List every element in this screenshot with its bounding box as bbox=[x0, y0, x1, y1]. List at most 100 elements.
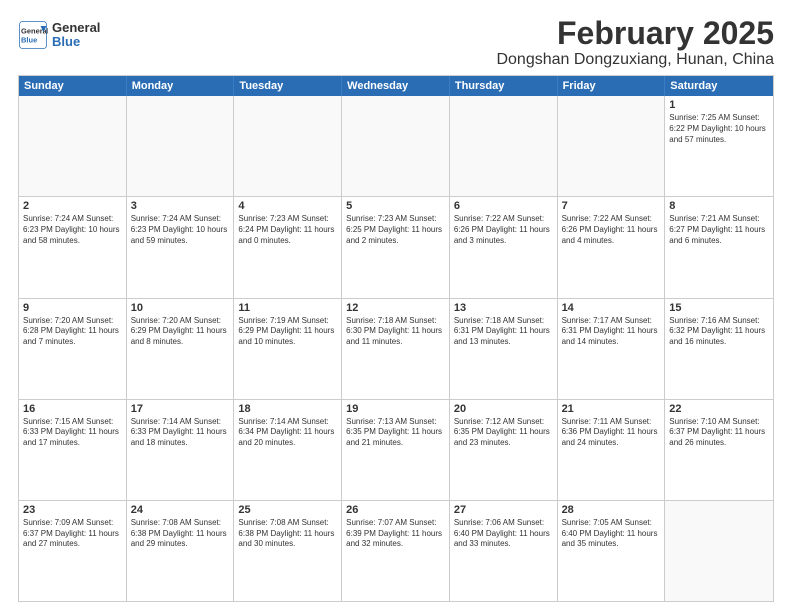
day-number: 2 bbox=[23, 200, 122, 212]
day-info: Sunrise: 7:23 AM Sunset: 6:25 PM Dayligh… bbox=[346, 214, 445, 246]
calendar-cell: 14 Sunrise: 7:17 AM Sunset: 6:31 PM Dayli… bbox=[558, 299, 666, 399]
day-number: 8 bbox=[669, 200, 769, 212]
day-info: Sunrise: 7:13 AM Sunset: 6:35 PM Dayligh… bbox=[346, 417, 445, 449]
day-info: Sunrise: 7:24 AM Sunset: 6:23 PM Dayligh… bbox=[131, 214, 230, 246]
day-info: Sunrise: 7:21 AM Sunset: 6:27 PM Dayligh… bbox=[669, 214, 769, 246]
day-info: Sunrise: 7:14 AM Sunset: 6:33 PM Dayligh… bbox=[131, 417, 230, 449]
day-info: Sunrise: 7:22 AM Sunset: 6:26 PM Dayligh… bbox=[454, 214, 553, 246]
day-number: 26 bbox=[346, 504, 445, 516]
calendar-row-2: 2 Sunrise: 7:24 AM Sunset: 6:23 PM Daylig… bbox=[19, 197, 773, 298]
calendar-cell bbox=[558, 96, 666, 196]
day-number: 21 bbox=[562, 403, 661, 415]
day-info: Sunrise: 7:07 AM Sunset: 6:39 PM Dayligh… bbox=[346, 518, 445, 550]
calendar-cell bbox=[234, 96, 342, 196]
day-number: 10 bbox=[131, 302, 230, 314]
day-number: 23 bbox=[23, 504, 122, 516]
day-number: 14 bbox=[562, 302, 661, 314]
calendar-cell bbox=[342, 96, 450, 196]
day-number: 9 bbox=[23, 302, 122, 314]
calendar-cell: 19 Sunrise: 7:13 AM Sunset: 6:35 PM Dayli… bbox=[342, 400, 450, 500]
day-header-tuesday: Tuesday bbox=[234, 76, 342, 96]
calendar-cell: 20 Sunrise: 7:12 AM Sunset: 6:35 PM Dayli… bbox=[450, 400, 558, 500]
day-header-saturday: Saturday bbox=[665, 76, 773, 96]
day-info: Sunrise: 7:12 AM Sunset: 6:35 PM Dayligh… bbox=[454, 417, 553, 449]
calendar-row-4: 16 Sunrise: 7:15 AM Sunset: 6:33 PM Dayli… bbox=[19, 400, 773, 501]
calendar-cell: 9Sunrise: 7:20 AM Sunset: 6:28 PM Daylig… bbox=[19, 299, 127, 399]
day-number: 16 bbox=[23, 403, 122, 415]
calendar-cell: 23 Sunrise: 7:09 AM Sunset: 6:37 PM Dayli… bbox=[19, 501, 127, 601]
day-header-sunday: Sunday bbox=[19, 76, 127, 96]
day-number: 22 bbox=[669, 403, 769, 415]
day-header-friday: Friday bbox=[558, 76, 666, 96]
calendar-cell: 18 Sunrise: 7:14 AM Sunset: 6:34 PM Dayli… bbox=[234, 400, 342, 500]
calendar-cell: 2Sunrise: 7:24 AM Sunset: 6:23 PM Daylig… bbox=[19, 197, 127, 297]
day-info: Sunrise: 7:05 AM Sunset: 6:40 PM Dayligh… bbox=[562, 518, 661, 550]
day-number: 5 bbox=[346, 200, 445, 212]
calendar-cell: 26 Sunrise: 7:07 AM Sunset: 6:39 PM Dayli… bbox=[342, 501, 450, 601]
day-info: Sunrise: 7:18 AM Sunset: 6:30 PM Dayligh… bbox=[346, 316, 445, 348]
day-info: Sunrise: 7:22 AM Sunset: 6:26 PM Dayligh… bbox=[562, 214, 661, 246]
calendar-cell: 10 Sunrise: 7:20 AM Sunset: 6:29 PM Dayli… bbox=[127, 299, 235, 399]
day-number: 7 bbox=[562, 200, 661, 212]
day-info: Sunrise: 7:16 AM Sunset: 6:32 PM Dayligh… bbox=[669, 316, 769, 348]
day-info: Sunrise: 7:11 AM Sunset: 6:36 PM Dayligh… bbox=[562, 417, 661, 449]
day-number: 20 bbox=[454, 403, 553, 415]
calendar-cell: 22Sunrise: 7:10 AM Sunset: 6:37 PM Dayli… bbox=[665, 400, 773, 500]
day-number: 24 bbox=[131, 504, 230, 516]
calendar-cell: 6 Sunrise: 7:22 AM Sunset: 6:26 PM Daylig… bbox=[450, 197, 558, 297]
calendar: SundayMondayTuesdayWednesdayThursdayFrid… bbox=[18, 75, 774, 602]
logo-blue: Blue bbox=[52, 35, 100, 49]
logo-general: General bbox=[52, 21, 100, 35]
day-info: Sunrise: 7:08 AM Sunset: 6:38 PM Dayligh… bbox=[238, 518, 337, 550]
calendar-cell: 27 Sunrise: 7:06 AM Sunset: 6:40 PM Dayli… bbox=[450, 501, 558, 601]
logo-text: General Blue bbox=[52, 21, 100, 50]
day-number: 11 bbox=[238, 302, 337, 314]
day-info: Sunrise: 7:06 AM Sunset: 6:40 PM Dayligh… bbox=[454, 518, 553, 550]
calendar-cell bbox=[665, 501, 773, 601]
day-number: 13 bbox=[454, 302, 553, 314]
calendar-cell: 17Sunrise: 7:14 AM Sunset: 6:33 PM Dayli… bbox=[127, 400, 235, 500]
calendar-row-5: 23 Sunrise: 7:09 AM Sunset: 6:37 PM Dayli… bbox=[19, 501, 773, 601]
day-info: Sunrise: 7:14 AM Sunset: 6:34 PM Dayligh… bbox=[238, 417, 337, 449]
day-number: 27 bbox=[454, 504, 553, 516]
day-header-wednesday: Wednesday bbox=[342, 76, 450, 96]
logo-icon: General Blue bbox=[18, 20, 48, 50]
logo: General Blue General Blue bbox=[18, 20, 100, 50]
title-block: February 2025 Dongshan Dongzuxiang, Huna… bbox=[496, 16, 774, 69]
calendar-cell: 13 Sunrise: 7:18 AM Sunset: 6:31 PM Dayli… bbox=[450, 299, 558, 399]
calendar-cell: 24 Sunrise: 7:08 AM Sunset: 6:38 PM Dayli… bbox=[127, 501, 235, 601]
calendar-cell: 1Sunrise: 7:25 AM Sunset: 6:22 PM Daylig… bbox=[665, 96, 773, 196]
day-header-monday: Monday bbox=[127, 76, 235, 96]
header: General Blue General Blue February 2025 … bbox=[18, 16, 774, 69]
calendar-cell: 8 Sunrise: 7:21 AM Sunset: 6:27 PM Daylig… bbox=[665, 197, 773, 297]
day-info: Sunrise: 7:18 AM Sunset: 6:31 PM Dayligh… bbox=[454, 316, 553, 348]
day-info: Sunrise: 7:08 AM Sunset: 6:38 PM Dayligh… bbox=[131, 518, 230, 550]
day-info: Sunrise: 7:15 AM Sunset: 6:33 PM Dayligh… bbox=[23, 417, 122, 449]
calendar-cell: 15 Sunrise: 7:16 AM Sunset: 6:32 PM Dayli… bbox=[665, 299, 773, 399]
day-number: 19 bbox=[346, 403, 445, 415]
calendar-cell: 4Sunrise: 7:23 AM Sunset: 6:24 PM Daylig… bbox=[234, 197, 342, 297]
day-number: 12 bbox=[346, 302, 445, 314]
calendar-cell: 7 Sunrise: 7:22 AM Sunset: 6:26 PM Daylig… bbox=[558, 197, 666, 297]
page-subtitle: Dongshan Dongzuxiang, Hunan, China bbox=[496, 51, 774, 69]
day-number: 6 bbox=[454, 200, 553, 212]
calendar-cell: 3 Sunrise: 7:24 AM Sunset: 6:23 PM Daylig… bbox=[127, 197, 235, 297]
day-number: 15 bbox=[669, 302, 769, 314]
calendar-body: 1Sunrise: 7:25 AM Sunset: 6:22 PM Daylig… bbox=[19, 96, 773, 601]
calendar-cell: 12 Sunrise: 7:18 AM Sunset: 6:30 PM Dayli… bbox=[342, 299, 450, 399]
day-info: Sunrise: 7:19 AM Sunset: 6:29 PM Dayligh… bbox=[238, 316, 337, 348]
day-number: 1 bbox=[669, 99, 769, 111]
calendar-row-3: 9Sunrise: 7:20 AM Sunset: 6:28 PM Daylig… bbox=[19, 299, 773, 400]
day-header-thursday: Thursday bbox=[450, 76, 558, 96]
day-number: 18 bbox=[238, 403, 337, 415]
calendar-cell: 11 Sunrise: 7:19 AM Sunset: 6:29 PM Dayli… bbox=[234, 299, 342, 399]
day-info: Sunrise: 7:09 AM Sunset: 6:37 PM Dayligh… bbox=[23, 518, 122, 550]
calendar-cell: 16 Sunrise: 7:15 AM Sunset: 6:33 PM Dayli… bbox=[19, 400, 127, 500]
calendar-cell bbox=[450, 96, 558, 196]
day-info: Sunrise: 7:17 AM Sunset: 6:31 PM Dayligh… bbox=[562, 316, 661, 348]
calendar-cell bbox=[127, 96, 235, 196]
day-number: 3 bbox=[131, 200, 230, 212]
day-info: Sunrise: 7:20 AM Sunset: 6:29 PM Dayligh… bbox=[131, 316, 230, 348]
svg-text:Blue: Blue bbox=[21, 36, 37, 45]
calendar-cell bbox=[19, 96, 127, 196]
